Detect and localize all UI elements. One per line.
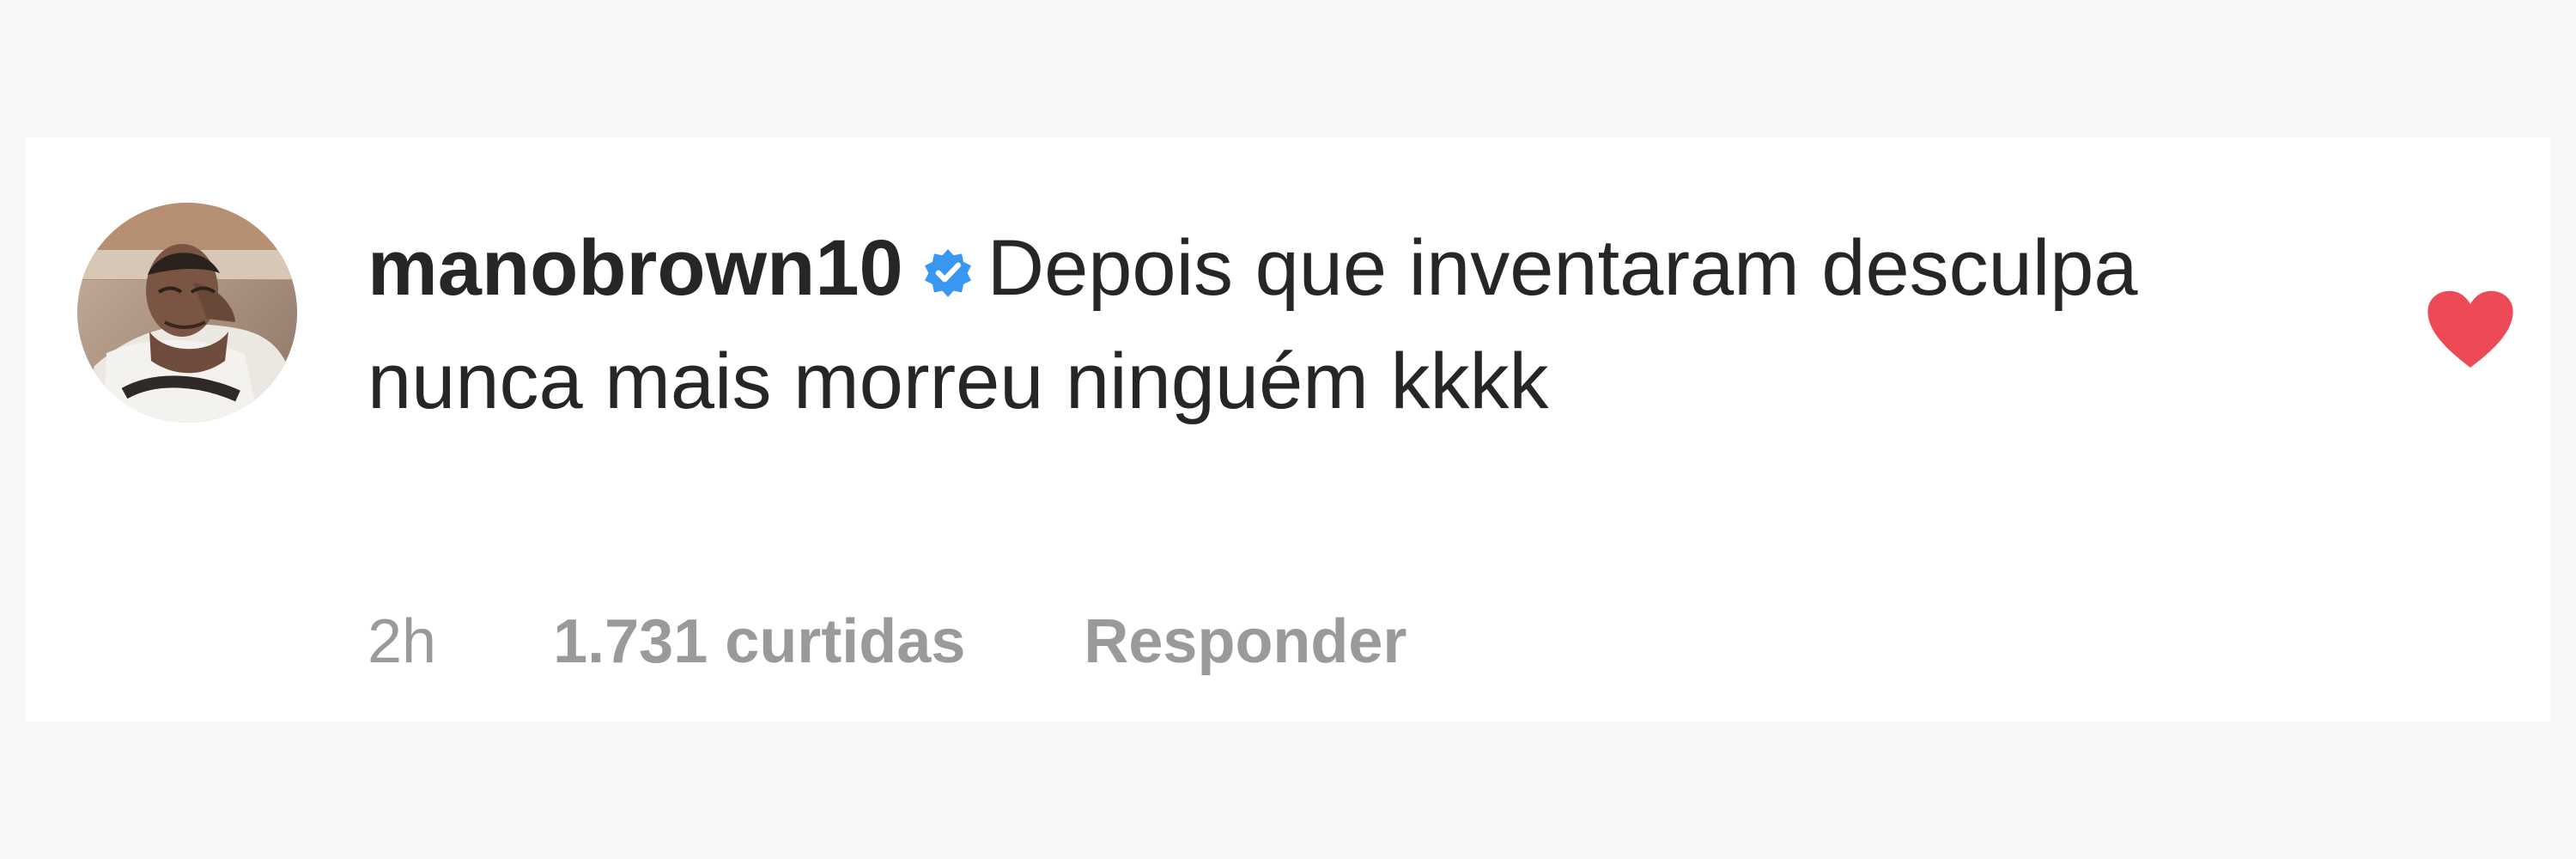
- comment-content: manobrown10 Depois que inventaram descul…: [368, 211, 2274, 438]
- avatar-photo: [77, 203, 297, 423]
- like-button[interactable]: [2423, 287, 2518, 373]
- comment-meta: 2h 1.731 curtidas Responder: [368, 603, 1406, 680]
- heart-icon: [2427, 290, 2513, 368]
- username-link[interactable]: manobrown10: [368, 224, 903, 312]
- comment-card: manobrown10 Depois que inventaram descul…: [26, 137, 2550, 722]
- reply-button[interactable]: Responder: [1084, 603, 1406, 680]
- comment-timestamp: 2h: [368, 607, 437, 676]
- verified-badge-icon: [922, 247, 974, 298]
- avatar[interactable]: [77, 203, 297, 423]
- likes-count-link[interactable]: 1.731 curtidas: [553, 603, 965, 680]
